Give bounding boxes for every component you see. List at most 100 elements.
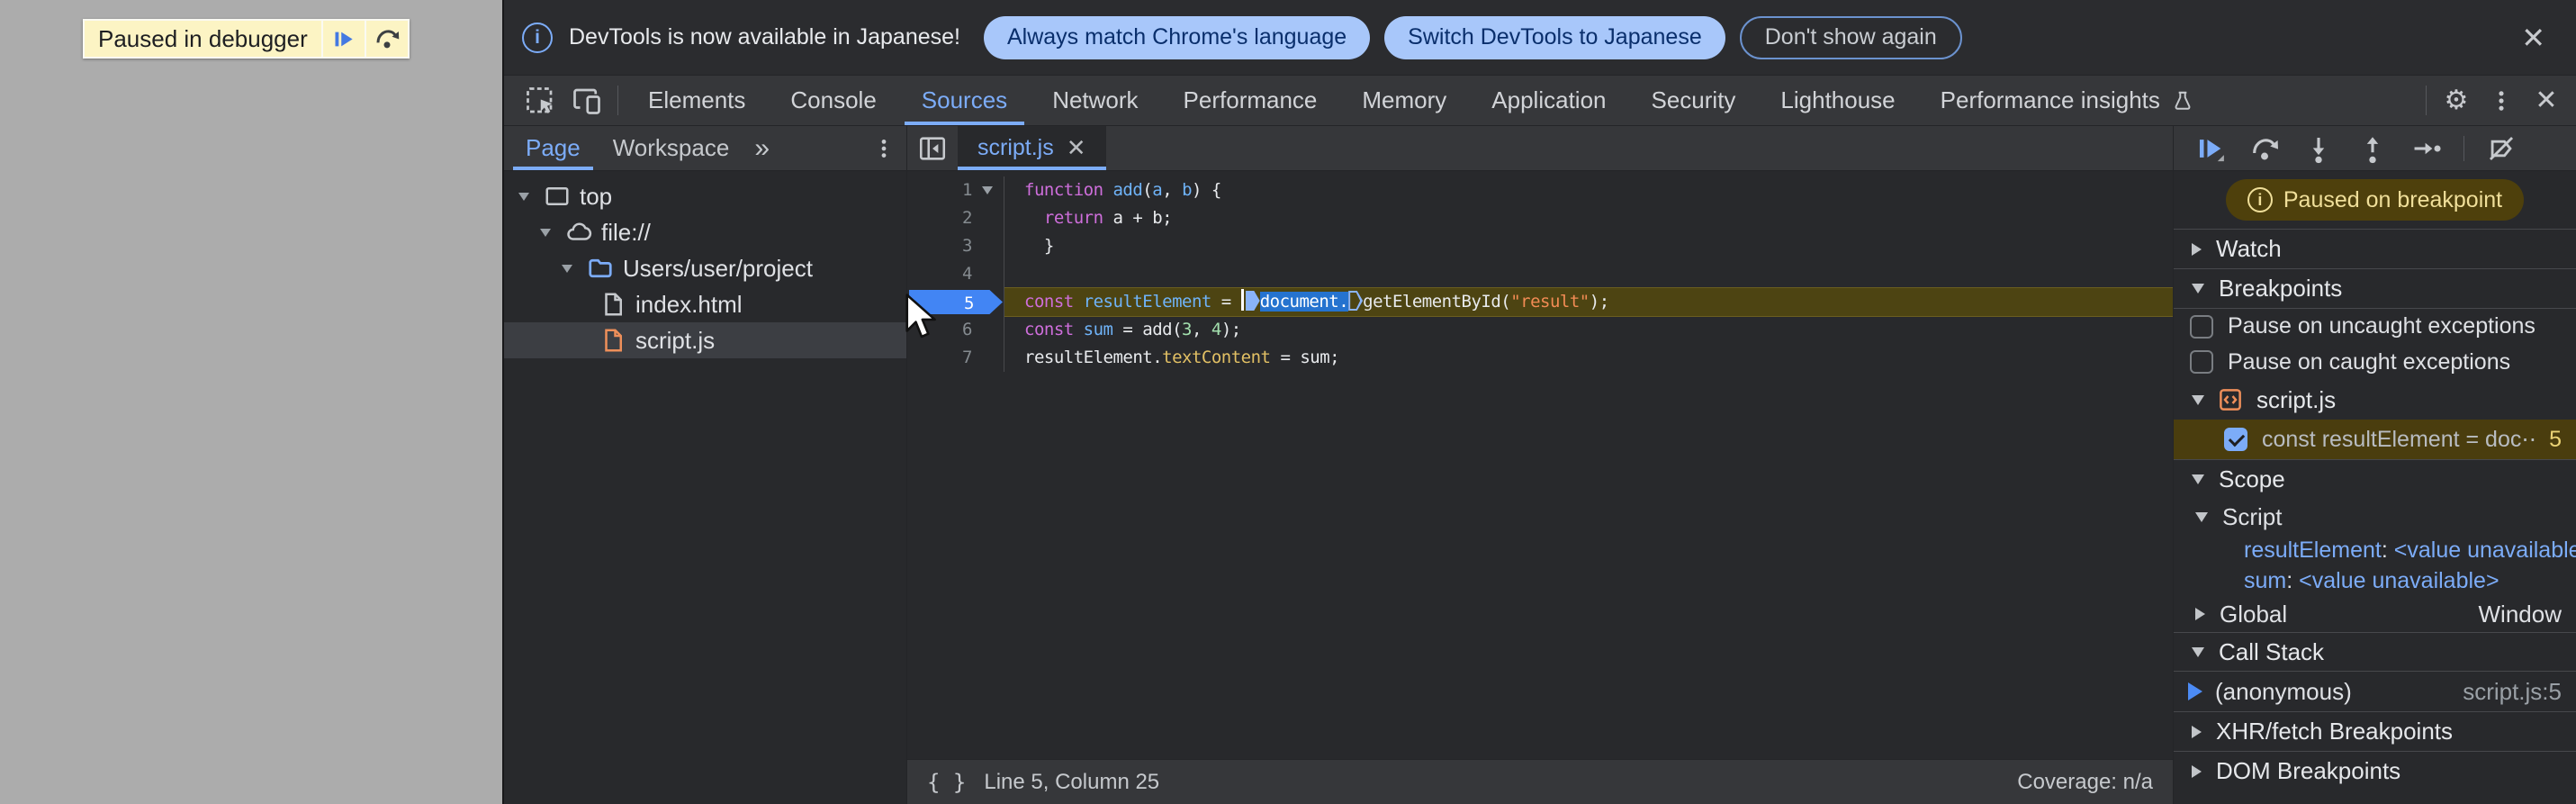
file-tree: top file:// Users/user/project index.htm… [504,171,906,804]
step-over-button[interactable] [2240,129,2289,168]
breakpoint-enabled-checkbox[interactable] [2224,428,2247,451]
line-gutter[interactable]: 5 [907,288,1004,316]
expand-arrow-icon[interactable] [518,192,529,201]
pause-caught-checkbox[interactable] [2190,350,2213,374]
expand-arrow-icon[interactable] [562,264,572,273]
section-xhr-breakpoints[interactable]: XHR/fetch Breakpoints [2174,711,2576,751]
collapse-arrow-icon[interactable] [2192,284,2204,294]
match-chrome-language-button[interactable]: Always match Chrome's language [983,15,1371,59]
scope-group-global[interactable]: Global Window [2174,596,2576,632]
line-number[interactable]: 6 [907,316,972,344]
inspect-element-icon[interactable] [517,76,563,125]
line-gutter[interactable]: 4 [907,260,1004,288]
code-line-3[interactable]: 3 } [907,232,2173,260]
pause-uncaught-exceptions-row[interactable]: Pause on uncaught exceptions [2174,308,2576,344]
code-line-7[interactable]: 7 resultElement.textContent = sum; [907,344,2173,372]
line-number[interactable]: 1 [907,176,972,204]
line-gutter[interactable]: 2 [907,204,1004,232]
line-number[interactable]: 3 [907,232,972,260]
resume-script-execution-button[interactable] [2186,129,2235,168]
editor-tab-close-icon[interactable]: ✕ [1067,134,1086,162]
option-label: Pause on uncaught exceptions [2228,313,2535,339]
code-line-5-paused[interactable]: 5 const resultElement = document. getElem… [907,288,2173,316]
line-number[interactable]: 2 [907,204,972,232]
tab-elements[interactable]: Elements [626,76,768,125]
tab-sources[interactable]: Sources [899,76,1030,125]
section-scope[interactable]: Scope [2174,459,2576,499]
more-options-kebab-icon[interactable] [2479,76,2524,125]
line-number: 5 [964,294,974,313]
expand-arrow-icon[interactable] [2192,764,2202,778]
call-stack-frame[interactable]: (anonymous) script.js:5 [2174,672,2576,711]
editor-tab-script-js[interactable]: script.js ✕ [958,126,1106,170]
switch-to-japanese-button[interactable]: Switch DevTools to Japanese [1384,15,1725,59]
devtools-close-icon[interactable]: ✕ [2524,76,2569,125]
code-line-4[interactable]: 4 [907,260,2173,288]
step-into-button[interactable] [2294,129,2343,168]
frame-location-link[interactable]: script.js:5 [2463,678,2562,706]
line-number[interactable]: 7 [907,344,972,372]
navigator-tab-page[interactable]: Page [509,126,597,170]
tab-performance-insights[interactable]: Performance insights [1918,76,2217,125]
expand-arrow-icon[interactable] [2192,725,2202,738]
collapse-arrow-icon[interactable] [2192,646,2204,657]
tab-lighthouse[interactable]: Lighthouse [1758,76,1917,125]
hide-navigator-icon[interactable] [907,126,958,170]
section-dom-breakpoints[interactable]: DOM Breakpoints [2174,751,2576,790]
code-text: const sum = add(3, 4); [1024,320,1241,339]
deactivate-breakpoints-button[interactable] [2477,129,2526,168]
line-gutter[interactable]: 1 [907,176,1004,204]
tree-item-index-html[interactable]: index.html [504,286,906,322]
step-button[interactable] [2402,129,2451,168]
collapse-arrow-icon[interactable] [2192,474,2204,484]
section-call-stack[interactable]: Call Stack [2174,632,2576,672]
navigator-menu-kebab-icon[interactable] [872,126,906,170]
pause-uncaught-checkbox[interactable] [2190,314,2213,339]
tab-network[interactable]: Network [1030,76,1160,125]
breakpoint-file-group[interactable]: script.js [2174,380,2576,420]
tab-performance[interactable]: Performance [1161,76,1340,125]
tree-item-top[interactable]: top [504,178,906,214]
expand-arrow-icon[interactable] [540,228,551,237]
infobar-close-icon[interactable]: ✕ [2508,23,2558,52]
code-line-2[interactable]: 2 return a + b; [907,204,2173,232]
tree-item-project-folder[interactable]: Users/user/project [504,250,906,286]
line-gutter[interactable]: 6 [907,316,1004,344]
execution-line-badge[interactable]: 5 [909,290,1003,314]
navigator-tab-workspace[interactable]: Workspace [597,126,746,170]
tab-memory[interactable]: Memory [1339,76,1469,125]
more-tabs-icon[interactable]: » [745,126,779,170]
collapse-arrow-icon[interactable] [2195,511,2208,522]
tab-security[interactable]: Security [1629,76,1759,125]
code-editor[interactable]: 1 function add(a, b) { 2 return a + b; 3 [907,171,2173,759]
code-line-6[interactable]: 6 const sum = add(3, 4); [907,316,2173,344]
tab-console[interactable]: Console [768,76,898,125]
scope-variable-sum: sum: <value unavailable> [2244,567,2499,593]
line-number[interactable]: 4 [907,260,972,288]
tree-item-file-origin[interactable]: file:// [504,214,906,250]
step-over-button[interactable] [364,21,408,57]
section-breakpoints[interactable]: Breakpoints [2174,268,2576,308]
code-line-1[interactable]: 1 function add(a, b) { [907,176,2173,204]
tab-application[interactable]: Application [1469,76,1628,125]
resume-icon [335,32,353,46]
expand-arrow-icon[interactable] [2192,242,2202,256]
collapse-arrow-icon[interactable] [2192,394,2204,405]
step-out-button[interactable] [2348,129,2397,168]
scope-group-script[interactable]: Script [2174,499,2576,535]
fold-arrow-icon[interactable] [982,186,993,194]
device-toolbar-icon[interactable] [563,76,610,125]
pretty-print-icon[interactable]: { } [927,770,966,795]
resume-script-button[interactable] [320,21,365,57]
line-gutter[interactable]: 7 [907,344,1004,372]
frame-icon [545,187,569,205]
tree-item-script-js[interactable]: script.js [504,322,906,358]
settings-gear-icon[interactable]: ⚙ [2434,76,2479,125]
section-watch[interactable]: Watch [2174,229,2576,268]
dont-show-again-button[interactable]: Don't show again [1739,15,1962,59]
scope-group-label: Script [2222,502,2283,530]
breakpoint-entry-row[interactable]: const resultElement = doc⋯ 5 [2174,420,2576,459]
expand-arrow-icon[interactable] [2195,608,2205,620]
pause-caught-exceptions-row[interactable]: Pause on caught exceptions [2174,344,2576,380]
line-gutter[interactable]: 3 [907,232,1004,260]
